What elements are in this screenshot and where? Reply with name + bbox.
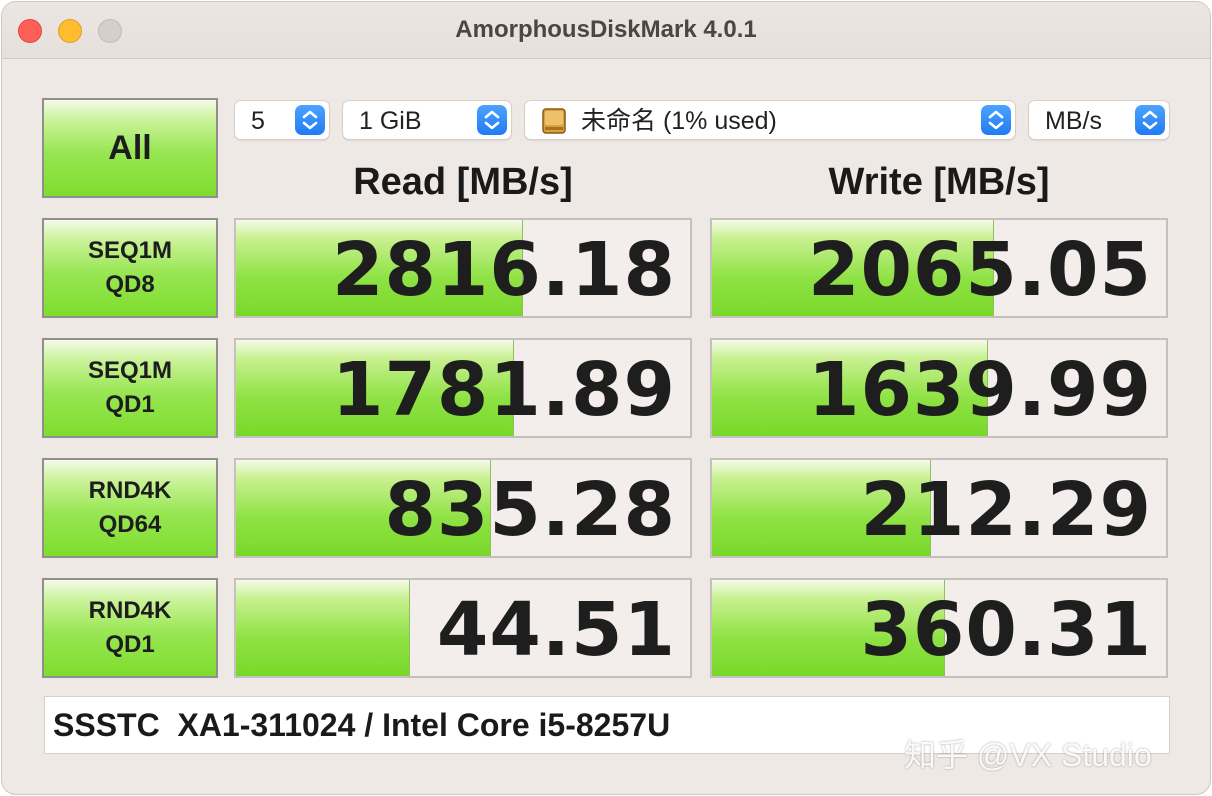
external-drive-icon: [541, 107, 567, 135]
test-button-seq1m-qd1[interactable]: SEQ1M QD1: [42, 338, 218, 438]
test-size-value: 1 GiB: [359, 107, 422, 135]
test-label-line2: QD1: [105, 631, 155, 658]
write-value: 360.31: [860, 587, 1152, 673]
test-label-line1: SEQ1M: [87, 357, 173, 384]
window-title: AmorphousDiskMark 4.0.1: [455, 16, 757, 43]
test-label-line2: QD8: [105, 271, 155, 298]
write-column-header: Write [MB/s]: [828, 161, 1050, 203]
read-value: 1781.89: [331, 347, 676, 433]
app-window: AmorphousDiskMark 4.0.1 All 5 1 GiB 未命名 …: [2, 2, 1210, 794]
drive-stepper-icon: [981, 105, 1011, 135]
write-result-seq1m-qd8: 2065.05: [710, 218, 1168, 318]
test-label-line2: QD64: [98, 511, 162, 538]
write-value: 1639.99: [807, 347, 1152, 433]
drive-value: 未命名 (1% used): [581, 107, 777, 135]
write-result-rnd4k-qd1: 360.31: [710, 578, 1168, 678]
unit-stepper-icon: [1135, 105, 1165, 135]
test-label-line2: QD1: [105, 391, 155, 418]
write-value: 2065.05: [807, 227, 1152, 313]
test-size-stepper-icon: [477, 105, 507, 135]
read-value: 835.28: [384, 467, 676, 553]
test-label-line1: RND4K: [88, 597, 172, 624]
test-size-select[interactable]: 1 GiB: [342, 100, 512, 140]
write-value: 212.29: [860, 467, 1152, 553]
read-result-seq1m-qd1: 1781.89: [234, 338, 692, 438]
read-result-rnd4k-qd1: 44.51: [234, 578, 692, 678]
test-label-line1: SEQ1M: [87, 237, 173, 264]
test-button-seq1m-qd8[interactable]: SEQ1M QD8: [42, 218, 218, 318]
test-button-rnd4k-qd64[interactable]: RND4K QD64: [42, 458, 218, 558]
unit-select[interactable]: MB/s: [1028, 100, 1170, 140]
write-result-rnd4k-qd64: 212.29: [710, 458, 1168, 558]
read-bar: [236, 580, 410, 676]
run-all-button[interactable]: All: [42, 98, 218, 198]
test-count-select[interactable]: 5: [234, 100, 330, 140]
read-result-seq1m-qd8: 2816.18: [234, 218, 692, 318]
read-value: 44.51: [436, 587, 676, 673]
unit-value: MB/s: [1045, 107, 1102, 135]
test-count-stepper-icon: [295, 105, 325, 135]
watermark-text: 知乎 @VX Studio: [904, 737, 1152, 773]
read-result-rnd4k-qd64: 835.28: [234, 458, 692, 558]
test-button-rnd4k-qd1[interactable]: RND4K QD1: [42, 578, 218, 678]
read-value: 2816.18: [331, 227, 676, 313]
drive-select[interactable]: 未命名 (1% used): [524, 100, 1016, 140]
test-label-line1: RND4K: [88, 477, 172, 504]
title-bar: AmorphousDiskMark 4.0.1: [2, 2, 1210, 59]
read-column-header: Read [MB/s]: [353, 161, 573, 203]
write-result-seq1m-qd1: 1639.99: [710, 338, 1168, 438]
test-count-value: 5: [251, 107, 265, 135]
